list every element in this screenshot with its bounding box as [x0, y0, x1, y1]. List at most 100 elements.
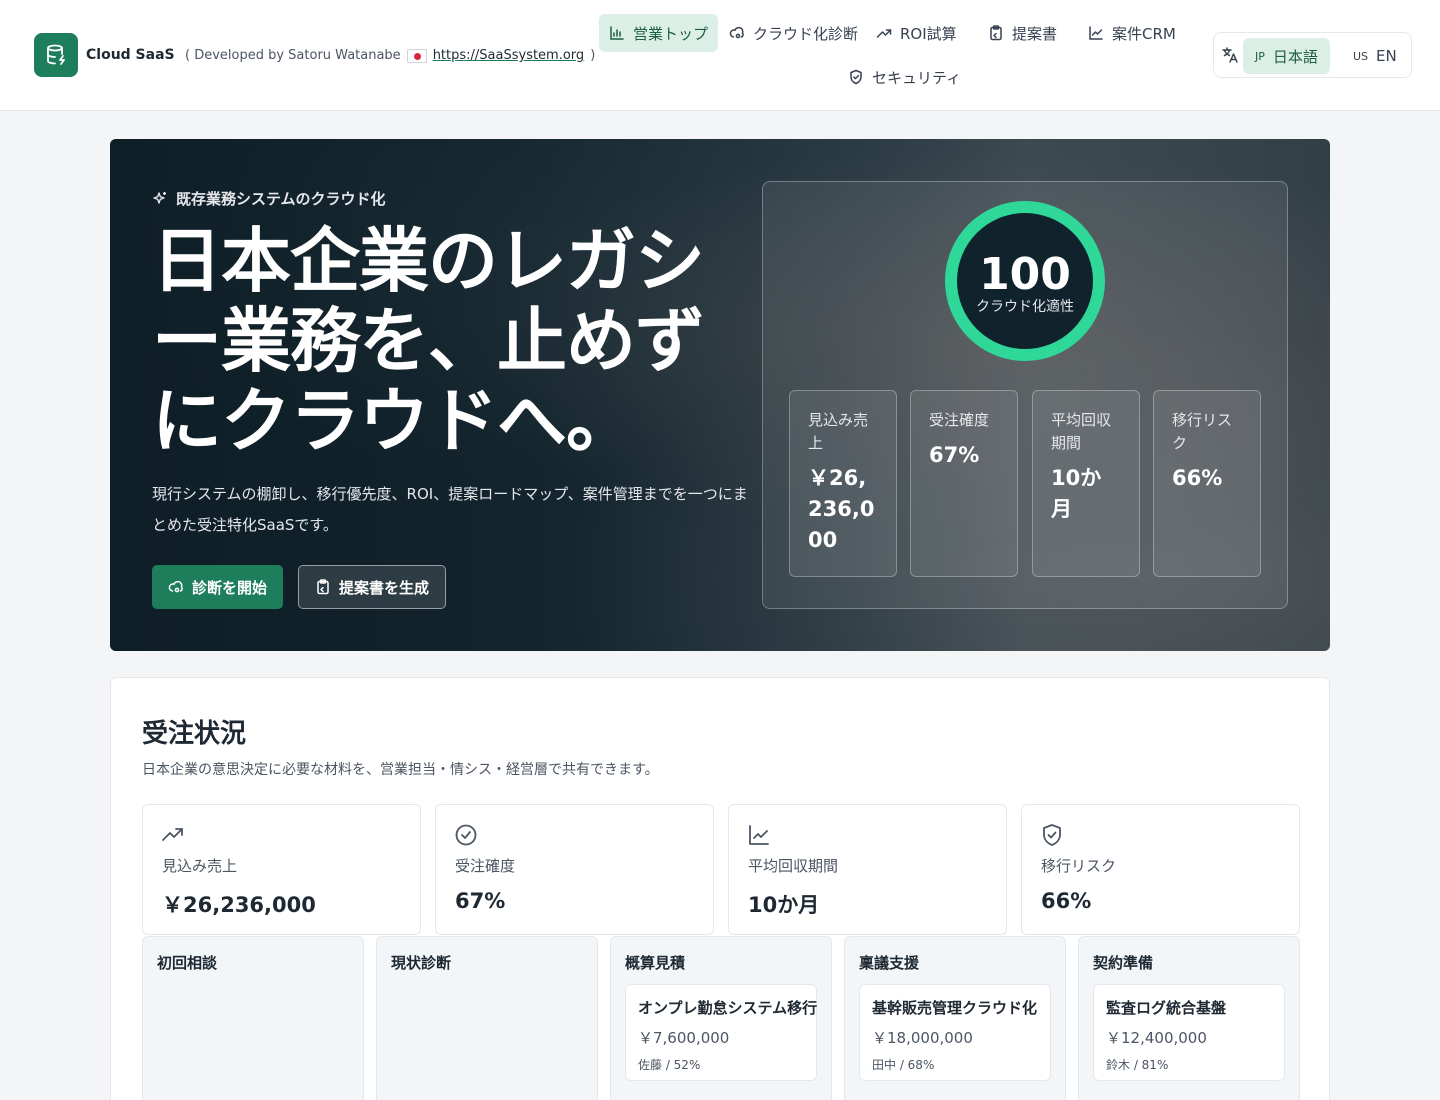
nav-proposal[interactable]: 提案書	[978, 14, 1067, 52]
section-title: 受注状況	[142, 719, 247, 749]
hero-eyebrow: 既存業務システムのクラウド化	[152, 188, 386, 209]
orders-section: 受注状況 日本企業の意思決定に必要な材料を、営業担当・情シス・経営層で共有できま…	[110, 677, 1330, 1100]
developer-link[interactable]: https://SaaSsystem.org	[433, 48, 585, 63]
button-label: 提案書を生成	[339, 578, 430, 597]
stage-title: 初回相談	[157, 954, 218, 972]
pipeline-stage-diagnosis: 現状診断	[376, 936, 598, 1100]
nav-label: クラウド化診断	[753, 24, 859, 43]
gauge-value: 100	[979, 249, 1071, 300]
kpi-card-risk: 移行リスク 66%	[1021, 804, 1300, 935]
hero-description: 現行システムの棚卸し、移行優先度、ROI、提案ロードマップ、案件管理までを一つに…	[152, 485, 748, 534]
nav-sales-top[interactable]: 営業トップ	[599, 14, 719, 52]
metric-value: 67%	[929, 443, 980, 467]
section-subtitle: 日本企業の意思決定に必要な材料を、営業担当・情シス・経営層で共有できます。	[142, 762, 659, 778]
hero-metric-card: 平均回収期間 10か月	[1032, 390, 1140, 577]
cloud-cog-icon	[729, 26, 744, 39]
kpi-label: 見込み売上	[162, 857, 238, 875]
pipeline-stage-contract: 契約準備 監査ログ統合基盤 ￥12,400,000 鈴木 / 81%	[1078, 936, 1300, 1100]
metric-label: 受注確度	[929, 411, 990, 429]
hero-metric-card: 受注確度 67%	[910, 390, 1018, 577]
nav-label: 営業トップ	[633, 24, 709, 43]
trending-up-icon	[876, 29, 892, 38]
stage-title: 現状診断	[391, 954, 452, 972]
database-logo-icon[interactable]	[34, 33, 78, 77]
deal-name: オンプレ勤怠システム移行	[638, 999, 818, 1017]
kpi-value: 67%	[455, 889, 506, 913]
nav-crm[interactable]: 案件CRM	[1078, 14, 1186, 52]
nav-label: セキュリティ	[872, 68, 962, 87]
lang-label: 日本語	[1272, 47, 1318, 66]
metric-value: 10か月	[1051, 466, 1102, 521]
clipboard-icon	[990, 25, 1002, 41]
bar-chart-icon	[610, 26, 624, 40]
app-header: Cloud SaaS ( Developed by Satoru Watanab…	[0, 0, 1440, 111]
hero-title: 日本企業のレガシー業務を、止めずにクラウドへ。	[152, 220, 705, 462]
developer-suffix: )	[590, 48, 596, 63]
nav-security[interactable]: セキュリティ	[838, 58, 971, 96]
trending-up-icon	[162, 828, 183, 841]
japan-flag-icon	[406, 48, 427, 63]
deal-owner-probability: 鈴木 / 81%	[1106, 1058, 1169, 1072]
shield-check-icon	[850, 69, 862, 85]
hero-metric-card: 見込み売上 ￥26,236,000	[789, 390, 897, 577]
deal-owner-probability: 佐藤 / 52%	[638, 1058, 701, 1072]
pipeline-stage-initial: 初回相談	[142, 936, 364, 1100]
check-circle-icon	[455, 824, 477, 846]
lang-code: US	[1353, 49, 1369, 63]
metric-label: 見込み売上	[808, 411, 869, 452]
hero-metric-card: 移行リスク 66%	[1153, 390, 1261, 577]
brand-name[interactable]: Cloud SaaS	[86, 47, 175, 63]
lang-button-en[interactable]: US EN	[1341, 38, 1409, 74]
metric-label: 平均回収期間	[1051, 411, 1112, 452]
hero-banner: 既存業務システムのクラウド化 日本企業のレガシー業務を、止めずにクラウドへ。 現…	[110, 139, 1330, 651]
kpi-value: ￥26,236,000	[162, 893, 316, 917]
metric-value: 66%	[1172, 466, 1223, 490]
metric-value: ￥26,236,000	[808, 466, 875, 552]
shield-check-icon	[1043, 824, 1061, 846]
kpi-label: 移行リスク	[1041, 857, 1117, 875]
deal-card[interactable]: 基幹販売管理クラウド化 ￥18,000,000 田中 / 68%	[859, 984, 1051, 1081]
deal-card[interactable]: 監査ログ統合基盤 ￥12,400,000 鈴木 / 81%	[1093, 984, 1285, 1081]
kpi-value: 66%	[1041, 889, 1092, 913]
generate-proposal-button[interactable]: 提案書を生成	[298, 565, 447, 609]
cloud-fit-gauge: 100 クラウド化適性	[945, 201, 1105, 361]
start-diagnosis-button[interactable]: 診断を開始	[152, 565, 284, 609]
kpi-label: 平均回収期間	[748, 857, 839, 875]
deal-name: 監査ログ統合基盤	[1106, 999, 1227, 1017]
pipeline-stage-estimate: 概算見積 オンプレ勤怠システム移行 ￥7,600,000 佐藤 / 52%	[610, 936, 832, 1100]
lang-label: EN	[1376, 47, 1397, 65]
lang-code: JP	[1255, 49, 1265, 63]
kpi-label: 受注確度	[455, 857, 516, 875]
nav-label: 案件CRM	[1112, 24, 1176, 43]
deal-owner-probability: 田中 / 68%	[872, 1058, 935, 1072]
clipboard-icon	[317, 579, 329, 595]
deal-card[interactable]: オンプレ勤怠システム移行 ￥7,600,000 佐藤 / 52%	[625, 984, 817, 1081]
deal-amount: ￥18,000,000	[872, 1029, 973, 1047]
deal-amount: ￥7,600,000	[638, 1029, 730, 1047]
lang-button-ja[interactable]: JP 日本語	[1243, 38, 1330, 74]
kpi-card-probability: 受注確度 67%	[435, 804, 714, 935]
metric-label: 移行リスク	[1172, 411, 1233, 452]
pipeline-stage-approval: 稟議支援 基幹販売管理クラウド化 ￥18,000,000 田中 / 68%	[844, 936, 1066, 1100]
button-label: 診断を開始	[192, 578, 268, 597]
kpi-value: 10か月	[748, 893, 820, 917]
cloud-cog-icon	[168, 580, 183, 593]
language-switcher: JP 日本語 US EN	[1213, 32, 1412, 78]
developer-prefix: ( Developed by Satoru Watanabe	[185, 48, 401, 63]
line-chart-icon	[1089, 26, 1103, 40]
translate-icon	[1218, 43, 1242, 67]
gauge-label: クラウド化適性	[976, 299, 1074, 315]
kpi-card-revenue: 見込み売上 ￥26,236,000	[142, 804, 421, 935]
nav-label: ROI試算	[900, 24, 957, 43]
nav-label: 提案書	[1012, 24, 1058, 43]
line-chart-icon	[749, 825, 769, 845]
nav-roi[interactable]: ROI試算	[866, 14, 967, 52]
deal-name: 基幹販売管理クラウド化	[872, 999, 1038, 1017]
stage-title: 稟議支援	[859, 954, 920, 972]
stage-title: 概算見積	[625, 954, 686, 972]
sparkles-icon	[153, 191, 166, 204]
nav-cloud-diagnosis[interactable]: クラウド化診断	[719, 14, 868, 52]
score-panel: 100 クラウド化適性 見込み売上 ￥26,236,000 受注確度 67% 平…	[762, 181, 1288, 609]
kpi-card-payback: 平均回収期間 10か月	[728, 804, 1007, 935]
deal-amount: ￥12,400,000	[1106, 1029, 1207, 1047]
